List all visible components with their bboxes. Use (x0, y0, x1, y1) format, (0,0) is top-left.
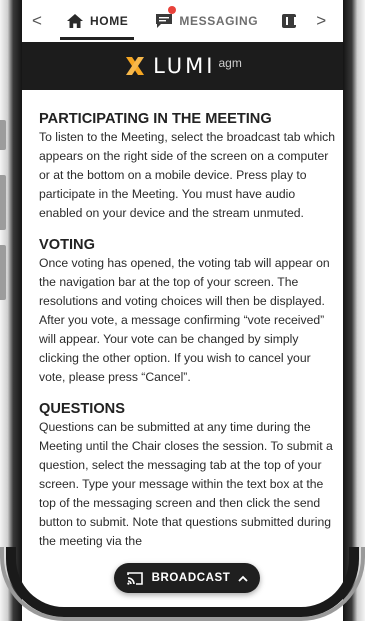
lumi-logo-icon (126, 57, 145, 75)
tab-scroll-next-icon[interactable]: > (306, 11, 336, 31)
section-voting: VOTING Once voting has opened, the votin… (39, 237, 337, 387)
section-participating: PARTICIPATING IN THE MEETING To listen t… (39, 111, 337, 223)
tab-messaging-label: MESSAGING (179, 14, 259, 28)
tab-bar: < HOME MESSAGING > (22, 0, 343, 42)
app-screen: < HOME MESSAGING > LUMI agm PARTICIPATIN… (22, 0, 343, 600)
phone-frame-left (0, 0, 22, 621)
section-title: PARTICIPATING IN THE MEETING (39, 111, 272, 127)
phone-frame-right (343, 0, 365, 621)
section-body: To listen to the Meeting, select the bro… (39, 130, 336, 220)
message-icon (155, 6, 177, 29)
tab-partial-icon[interactable] (282, 14, 297, 28)
brand-suffix: agm (218, 56, 242, 70)
phone-mute-switch (0, 120, 6, 150)
tab-messaging[interactable]: MESSAGING (155, 0, 258, 42)
brand-name: LUMI (153, 54, 216, 78)
notification-badge (168, 6, 177, 14)
tab-scroll-prev-icon[interactable]: < (22, 11, 52, 31)
section-questions: QUESTIONS Questions can be submitted at … (39, 401, 337, 551)
cast-icon (126, 571, 143, 585)
phone-volume-down-button (0, 245, 6, 300)
tab-home[interactable]: HOME (59, 0, 135, 42)
section-title: VOTING (39, 237, 95, 253)
brand-header: LUMI agm (22, 42, 343, 90)
tab-home-label: HOME (90, 14, 129, 28)
section-body: Once voting has opened, the voting tab w… (39, 256, 330, 384)
home-icon (67, 14, 83, 28)
phone-volume-up-button (0, 175, 6, 230)
broadcast-label: BROADCAST (151, 572, 231, 584)
section-title: QUESTIONS (39, 401, 125, 417)
instructions-content: PARTICIPATING IN THE MEETING To listen t… (39, 111, 337, 565)
broadcast-button[interactable]: BROADCAST (114, 563, 260, 593)
chevron-up-icon (238, 575, 249, 582)
section-body: Questions can be submitted at any time d… (39, 420, 333, 548)
